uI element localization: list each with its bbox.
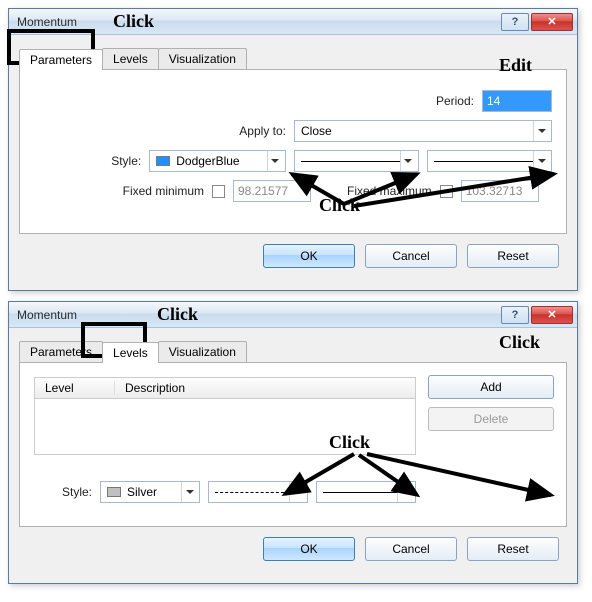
period-input[interactable] [482, 90, 552, 112]
chevron-down-icon [397, 482, 413, 502]
applyto-value: Close [301, 124, 332, 138]
reset-button[interactable]: Reset [467, 244, 559, 268]
col-level[interactable]: Level [35, 381, 115, 395]
add-button[interactable]: Add [428, 375, 554, 399]
col-description[interactable]: Description [115, 381, 415, 395]
style-width-select[interactable] [427, 150, 552, 172]
tab-parameters[interactable]: Parameters [19, 341, 103, 362]
line-sample-icon [434, 161, 533, 162]
window-title: Momentum [17, 308, 501, 322]
window-title: Momentum [17, 15, 501, 29]
fixedmin-checkbox[interactable] [212, 185, 225, 198]
tab-bar: Parameters Levels Visualization [19, 45, 567, 69]
chevron-down-icon [267, 151, 283, 171]
applyto-label: Apply to: [239, 124, 286, 138]
cancel-button[interactable]: Cancel [365, 537, 457, 561]
tab-bar: Parameters Levels Visualization [19, 338, 567, 362]
tab-visualization[interactable]: Visualization [158, 341, 247, 362]
style-line-select[interactable] [294, 150, 419, 172]
style-line-select[interactable] [208, 481, 308, 503]
line-sample-dashed-icon [215, 492, 289, 493]
ok-button[interactable]: OK [263, 244, 355, 268]
dialog-body: Parameters Levels Visualization Period: … [9, 35, 577, 290]
fixedmax-checkbox[interactable] [440, 185, 453, 198]
fixedmin-input[interactable] [233, 180, 311, 202]
close-icon[interactable] [531, 13, 573, 31]
color-swatch-icon [156, 156, 170, 166]
delete-button: Delete [428, 407, 554, 431]
style-color-value: DodgerBlue [176, 154, 239, 168]
dialog-buttons: OK Cancel Reset [19, 234, 567, 280]
tab-levels[interactable]: Levels [102, 342, 159, 363]
dialog-buttons: OK Cancel Reset [19, 527, 567, 573]
line-sample-icon [323, 492, 397, 493]
tab-panel-levels: Level Description Add Delete Style: Silv… [19, 362, 567, 527]
chevron-down-icon [533, 121, 549, 141]
close-icon[interactable] [531, 306, 573, 324]
levels-list-body[interactable] [34, 399, 416, 455]
fixedmax-label: Fixed maximum [347, 184, 432, 198]
applyto-select[interactable]: Close [294, 120, 552, 142]
tab-parameters[interactable]: Parameters [19, 49, 103, 70]
chevron-down-icon [533, 151, 549, 171]
chevron-down-icon [400, 151, 416, 171]
tab-visualization[interactable]: Visualization [158, 48, 247, 69]
style-color-value: Silver [127, 485, 157, 499]
help-icon[interactable] [501, 13, 529, 31]
chevron-down-icon [181, 482, 197, 502]
tab-panel-parameters: Period: Apply to: Close Style: DodgerBlu… [19, 69, 567, 234]
dialog-levels: Momentum Parameters Levels Visualization… [8, 301, 578, 584]
titlebar[interactable]: Momentum [9, 9, 577, 35]
fixedmax-input[interactable] [461, 180, 539, 202]
help-icon[interactable] [501, 306, 529, 324]
fixedmin-label: Fixed minimum [34, 184, 204, 198]
reset-button[interactable]: Reset [467, 537, 559, 561]
style-width-select[interactable] [316, 481, 416, 503]
titlebar[interactable]: Momentum [9, 302, 577, 328]
levels-list-header: Level Description [34, 377, 416, 399]
line-sample-icon [301, 161, 400, 162]
chevron-down-icon [289, 482, 305, 502]
tab-levels[interactable]: Levels [102, 48, 159, 69]
style-color-select[interactable]: Silver [100, 481, 200, 503]
dialog-body: Parameters Levels Visualization Level De… [9, 328, 577, 583]
color-swatch-icon [107, 487, 121, 497]
ok-button[interactable]: OK [263, 537, 355, 561]
style-label: Style: [34, 485, 92, 499]
style-color-select[interactable]: DodgerBlue [149, 150, 286, 172]
period-label: Period: [414, 94, 474, 108]
cancel-button[interactable]: Cancel [365, 244, 457, 268]
dialog-parameters: Momentum Parameters Levels Visualization… [8, 8, 578, 291]
style-label: Style: [34, 154, 141, 168]
